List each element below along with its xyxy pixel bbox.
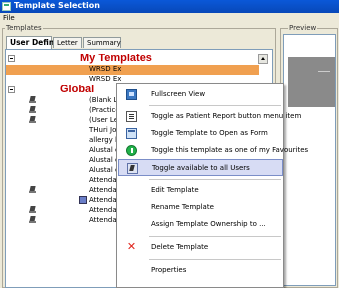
menu-item-label: Fullscreen View [151,90,206,98]
all-users-icon [127,163,138,174]
menu-item-toggle-all-users[interactable]: Toggle available to all Users [118,159,283,176]
template-icon [29,206,37,214]
menu-item-label: Rename Template [151,203,214,211]
tab-letter[interactable]: Letter [53,37,82,48]
global-heading: Global [60,85,95,95]
report-icon [126,111,137,122]
menu-item-rename-template[interactable]: Rename Template [118,199,283,216]
tab-user-defined[interactable]: User Defined [6,36,65,49]
menu-item-label: Properties [151,266,187,274]
menu-item-toggle-patient-report[interactable]: Toggle as Patient Report button menu ite… [118,108,301,125]
collapse-icon[interactable] [8,55,15,62]
menu-item-delete-template[interactable]: ✕ Delete Template [118,239,283,256]
template-icon [29,216,37,224]
collapse-icon[interactable] [8,86,15,93]
menu-item-label: Edit Template [151,186,199,194]
menu-item-properties[interactable]: Properties [118,262,283,279]
menu-item-label: Toggle this template as one of my Favour… [151,146,309,154]
menu-item-toggle-favourite[interactable]: Toggle this template as one of my Favour… [118,142,308,159]
templates-group-label: Templates [5,24,43,32]
delete-icon: ✕ [126,240,137,253]
scroll-up-arrow-icon[interactable] [258,54,268,64]
tree-node-my-templates[interactable]: My Templates [6,54,272,64]
preview-pane [283,34,336,286]
list-item-label: WRSD Ex [89,65,122,73]
fullscreen-icon [126,89,137,100]
menu-item-fullscreen-view[interactable]: Fullscreen View [118,86,283,103]
preview-thumbnail [288,57,335,107]
context-menu: Fullscreen View Toggle as Patient Report… [116,83,308,288]
menu-item-label: Delete Template [151,243,209,251]
menu-item-edit-template[interactable]: Edit Template [118,182,283,199]
tree-scrollbar[interactable] [258,54,268,68]
menu-item-assign-ownership[interactable]: Assign Template Ownership to ... [118,216,283,233]
menu-bar: File [0,13,339,23]
menu-item-label: Toggle available to all Users [152,164,250,172]
menu-item-toggle-open-as-form[interactable]: Toggle Template to Open as Form [118,125,283,142]
form-icon [126,128,137,139]
menu-item-label: Toggle as Patient Report button menu ite… [151,112,302,120]
menu-separator [149,179,281,180]
template-icon [29,106,37,114]
menu-separator [149,236,281,237]
menu-item-label: Toggle Template to Open as Form [151,129,268,137]
favourite-icon [126,145,137,156]
menu-separator [149,259,281,260]
template-icon [29,116,37,124]
app-icon [2,2,11,11]
title-bar: Template Selection [0,0,339,13]
menu-separator [149,105,281,106]
window-title: Template Selection [14,1,100,10]
menu-item-label: Assign Template Ownership to ... [151,220,266,228]
menu-file[interactable]: File [3,14,15,22]
tab-summary[interactable]: Summary [83,37,121,48]
template-icon [29,186,37,194]
preview-group-label: Preview [288,24,318,32]
my-templates-heading: My Templates [80,54,152,64]
list-item-selected[interactable]: WRSD Ex [6,65,259,75]
list-item-label: WRSD Ex [89,75,122,83]
document-icon [79,196,87,204]
template-icon [29,96,37,104]
